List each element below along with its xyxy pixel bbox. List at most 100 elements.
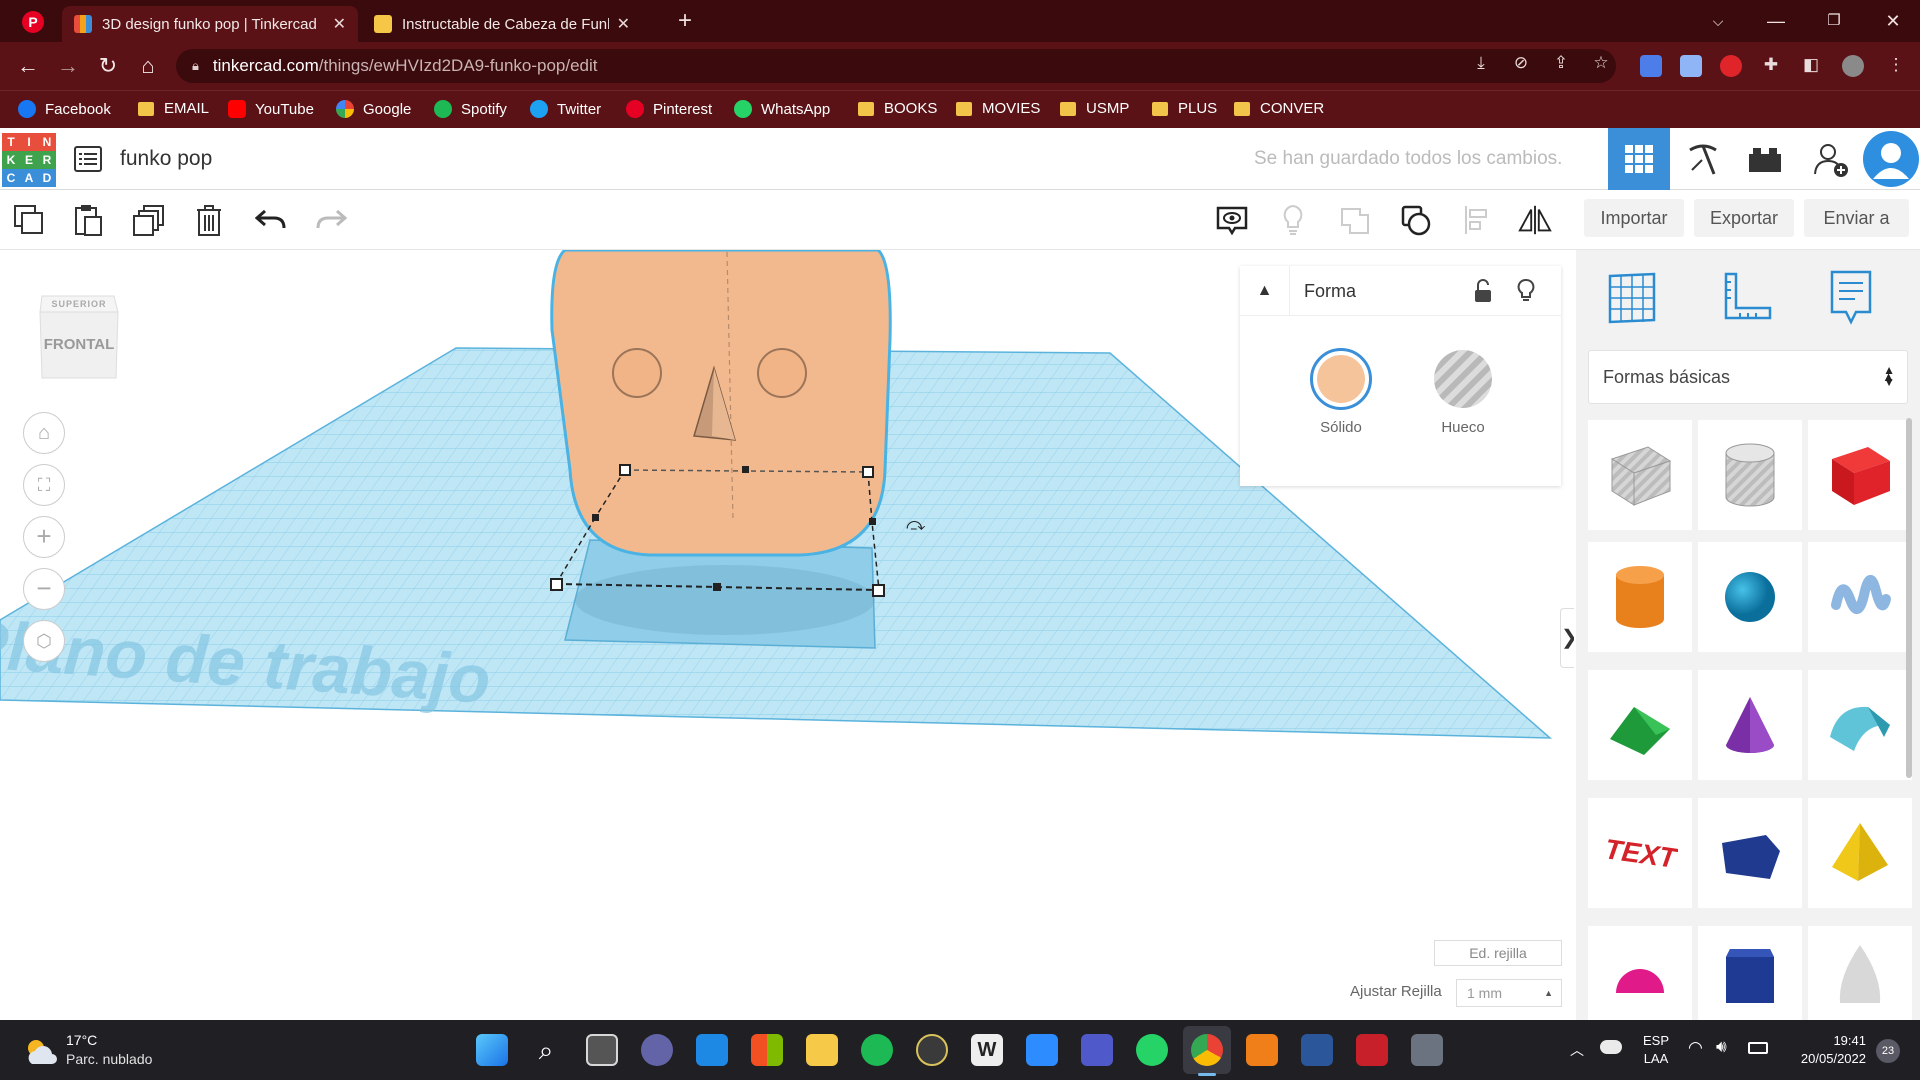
send-to-button[interactable]: Enviar a — [1804, 199, 1909, 237]
hole-swatch[interactable] — [1434, 350, 1492, 408]
bookmark-whatsapp[interactable]: WhatsApp — [734, 100, 830, 118]
home-button[interactable]: ⌂ — [132, 50, 164, 82]
tab-search-icon[interactable]: ⌵ — [1695, 6, 1741, 36]
tab-instructables[interactable]: Instructable de Cabeza de Funko ✕ — [362, 6, 642, 42]
whatsapp-icon[interactable] — [1136, 1034, 1168, 1066]
bookmark-movies[interactable]: MOVIES — [956, 100, 1040, 117]
search-icon[interactable]: ⌕ — [530, 1034, 562, 1066]
reload-button[interactable]: ↻ — [92, 50, 124, 82]
snap-grid-select[interactable]: 1 mm ▲ — [1456, 979, 1562, 1007]
shape-paraboloid[interactable] — [1808, 926, 1912, 1020]
blocks-button[interactable] — [1672, 128, 1734, 190]
design-name[interactable]: funko pop — [120, 147, 212, 171]
shape-hexagonal-prism[interactable] — [1698, 926, 1802, 1020]
ungroup-button[interactable] — [1398, 202, 1434, 238]
install-app-icon[interactable]: ⤓ — [1470, 53, 1492, 75]
shape-cone[interactable] — [1698, 670, 1802, 780]
restore-button[interactable]: ❐ — [1811, 6, 1857, 36]
weather-widget[interactable]: 17°C Parc. nublado — [22, 1030, 222, 1072]
zoom-icon[interactable] — [1026, 1034, 1058, 1066]
shape-box-hole[interactable] — [1588, 420, 1692, 530]
import-button[interactable]: Importar — [1584, 199, 1684, 237]
shape-sphere[interactable] — [1698, 542, 1802, 652]
bricks-button[interactable] — [1734, 128, 1796, 190]
shape-cylinder-hole[interactable] — [1698, 420, 1802, 530]
ruler-tool-button[interactable] — [1718, 270, 1774, 326]
bookmark-plus[interactable]: PLUS — [1152, 100, 1217, 117]
profile-avatar-icon[interactable] — [1842, 55, 1864, 77]
workplane-tool-button[interactable] — [1604, 270, 1660, 326]
battery-icon[interactable] — [1748, 1042, 1768, 1054]
bookmark-google[interactable]: Google — [336, 100, 411, 118]
windows-start-icon[interactable] — [476, 1034, 508, 1066]
delete-button[interactable] — [191, 202, 227, 238]
tab-tinkercad[interactable]: 3D design funko pop | Tinkercad ✕ — [62, 6, 358, 42]
bookmark-facebook[interactable]: Facebook — [18, 100, 111, 118]
shape-round-roof[interactable] — [1808, 670, 1912, 780]
language-indicator[interactable]: ESP LAA — [1638, 1032, 1674, 1068]
bookmark-twitter[interactable]: Twitter — [530, 100, 601, 118]
edit-grid-button[interactable]: Ed. rejilla — [1434, 940, 1562, 966]
task-view-icon[interactable] — [586, 1034, 618, 1066]
view-cube-front-label[interactable]: FRONTAL — [40, 336, 118, 353]
side-panel-icon[interactable]: ◧ — [1800, 55, 1822, 77]
home-view-button[interactable]: ⌂ — [23, 412, 65, 454]
minimize-button[interactable]: — — [1753, 6, 1799, 36]
shape-box[interactable] — [1808, 420, 1912, 530]
paste-button[interactable] — [70, 202, 106, 238]
back-button[interactable]: ← — [12, 50, 44, 82]
foxit-reader-icon[interactable] — [1246, 1034, 1278, 1066]
bookmark-star-icon[interactable]: ☆ — [1590, 53, 1612, 75]
zoom-out-button[interactable]: − — [23, 568, 65, 610]
tinkercad-logo[interactable]: T I N K E R C A D — [2, 133, 56, 187]
close-tab-icon[interactable]: ✕ — [333, 14, 346, 34]
bookmark-conver[interactable]: CONVER — [1234, 100, 1324, 117]
fit-view-button[interactable]: ⛶ — [23, 464, 65, 506]
shape-category-select[interactable]: Formas básicas ▲ ▲ ▼ — [1588, 350, 1908, 404]
extensions-puzzle-icon[interactable]: ✚ — [1760, 55, 1782, 77]
notification-badge[interactable]: 23 — [1876, 1039, 1900, 1063]
invite-user-button[interactable] — [1800, 128, 1862, 190]
library-scrollbar[interactable] — [1906, 418, 1912, 778]
export-button[interactable]: Exportar — [1694, 199, 1794, 237]
view-cube-top-label[interactable]: SUPERIOR — [46, 299, 112, 309]
shape-cylinder[interactable] — [1588, 542, 1692, 652]
share-icon[interactable]: ⇪ — [1550, 53, 1572, 75]
media-app-icon[interactable] — [916, 1034, 948, 1066]
volume-icon[interactable]: 🔊︎ — [1716, 1037, 1727, 1057]
copy-button[interactable] — [11, 202, 47, 238]
bookmark-pinterest[interactable]: Pinterest — [626, 100, 712, 118]
undo-button[interactable] — [253, 202, 289, 238]
hide-shape-icon[interactable] — [1516, 278, 1536, 304]
menu-kebab-icon[interactable]: ⋮ — [1885, 55, 1907, 77]
solid-color-swatch[interactable] — [1310, 348, 1372, 410]
mirror-button[interactable] — [1517, 202, 1553, 238]
align-button[interactable] — [1459, 202, 1495, 238]
onedrive-icon[interactable] — [1600, 1040, 1622, 1054]
notes-tool-button[interactable] — [1826, 268, 1876, 328]
store-icon[interactable] — [751, 1034, 783, 1066]
word-icon[interactable] — [1301, 1034, 1333, 1066]
bookmark-books[interactable]: BOOKS — [858, 100, 937, 117]
file-explorer-icon[interactable] — [806, 1034, 838, 1066]
zoom-in-button[interactable]: + — [23, 516, 65, 558]
view-cube[interactable]: SUPERIOR FRONTAL — [36, 286, 120, 384]
bookmark-youtube[interactable]: YouTube — [228, 100, 314, 118]
close-window-button[interactable]: ✕ — [1870, 6, 1916, 36]
shape-roof[interactable] — [1588, 670, 1692, 780]
collapse-library-button[interactable]: ❯ — [1560, 608, 1574, 668]
shape-text[interactable]: TEXT — [1588, 798, 1692, 908]
address-bar[interactable]: 🔒︎ tinkercad.com/things/ewHVIzd2DA9-funk… — [176, 49, 1616, 83]
wikipedia-app-icon[interactable]: W — [971, 1034, 1003, 1066]
user-avatar[interactable] — [1860, 128, 1920, 190]
wifi-icon[interactable]: ◠ — [1688, 1038, 1703, 1058]
calculator-icon[interactable] — [1411, 1034, 1443, 1066]
rotate-handle-icon[interactable]: ⤼ — [906, 514, 926, 535]
right-eye-shape[interactable] — [757, 348, 807, 398]
bookmark-usmp[interactable]: USMP — [1060, 100, 1129, 117]
chrome-icon[interactable] — [1191, 1034, 1223, 1066]
shape-polygon[interactable] — [1698, 798, 1802, 908]
new-tab-button[interactable]: + — [662, 6, 708, 36]
shape-pyramid[interactable] — [1808, 798, 1912, 908]
clock[interactable]: 19:41 20/05/2022 — [1778, 1032, 1866, 1068]
